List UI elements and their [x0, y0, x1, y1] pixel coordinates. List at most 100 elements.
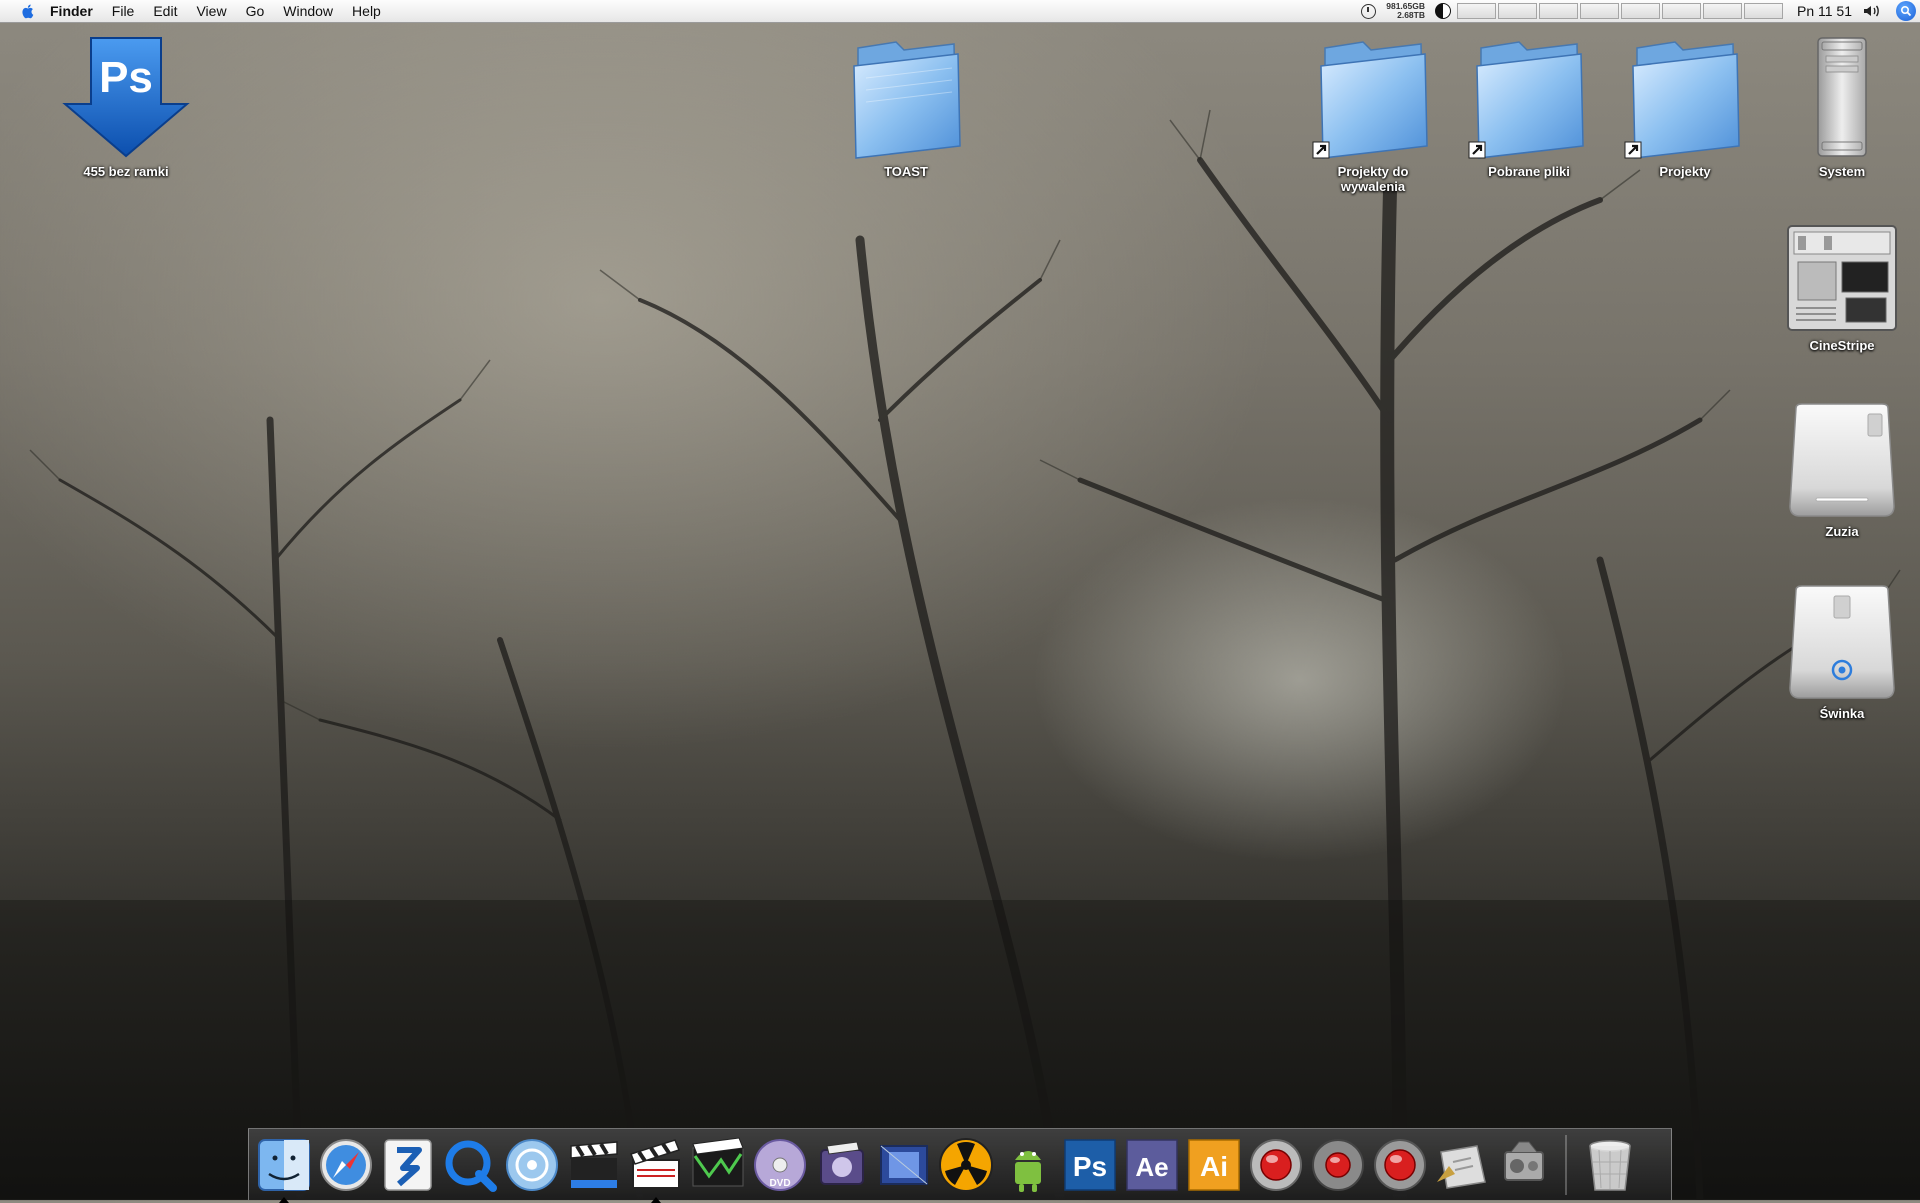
time-machine-icon[interactable]: [1361, 3, 1377, 19]
dock-item-dvd-studio[interactable]: [503, 1136, 561, 1194]
desktop-icon-455-bez-ramki[interactable]: Ps 455 bez ramki: [51, 34, 201, 179]
desktop-icon-label: CineStripe: [1809, 338, 1875, 353]
menu-help[interactable]: Help: [352, 3, 381, 19]
folder-alias-icon: [1624, 41, 1740, 159]
desktop-icon-label: Projekty do wywalenia: [1337, 164, 1409, 194]
dock-item-utility[interactable]: [1495, 1136, 1553, 1194]
desktop-icon-label: TOAST: [884, 164, 928, 179]
mac-pro-icon: [1817, 37, 1867, 157]
desktop-icon-system[interactable]: System: [1767, 36, 1917, 179]
dock-item-trash[interactable]: [1581, 1136, 1639, 1194]
cpu-meter-7[interactable]: [1702, 3, 1742, 19]
dock-item-illustrator[interactable]: Ai: [1185, 1136, 1243, 1194]
after-effects-icon: Ae: [1126, 1138, 1178, 1191]
after-effects-glyph: Ae: [1135, 1152, 1168, 1182]
desktop-icon-cinestripe[interactable]: CineStripe: [1767, 222, 1917, 353]
cpu-meter-2[interactable]: [1497, 3, 1537, 19]
external-drive-icon: [1789, 403, 1895, 517]
dock-item-nuke[interactable]: [937, 1136, 995, 1194]
utility-icon: [1504, 1141, 1544, 1181]
desktop-icon-pobrane-pliki[interactable]: Pobrane pliki: [1454, 38, 1604, 179]
dvd-studio-icon: [506, 1138, 558, 1191]
dock-item-media-app[interactable]: [813, 1136, 871, 1194]
folder-alias-icon: [1312, 41, 1428, 159]
dock-item-quicktime[interactable]: [441, 1136, 499, 1194]
desktop-icon-projekty-do-wywalenia[interactable]: Projekty do wywalenia: [1298, 38, 1448, 194]
volume-icon[interactable]: [1862, 3, 1882, 19]
desktop-icon-label: System: [1818, 164, 1866, 179]
safari-icon: [320, 1138, 372, 1191]
cpu-meter-3[interactable]: [1538, 3, 1578, 19]
disk-total: 2.68TB: [1397, 10, 1425, 20]
dock-item-applications[interactable]: [1433, 1136, 1491, 1194]
dock-item-record-1[interactable]: [1247, 1136, 1305, 1194]
dock-item-record-3[interactable]: [1371, 1136, 1429, 1194]
photoshop-glyph: Ps: [1073, 1151, 1107, 1182]
dock-item-bridge[interactable]: [379, 1136, 437, 1194]
dock-item-final-cut[interactable]: [565, 1136, 623, 1194]
menu-extras: 981.65GB 2.68TB Pn 11 51: [1361, 0, 1920, 22]
dock-item-film-strip[interactable]: [689, 1136, 747, 1194]
quicktime-icon: [445, 1140, 497, 1192]
folder-icon: [853, 41, 961, 159]
cpu-meter-4[interactable]: [1579, 3, 1619, 19]
desktop-icon-toast[interactable]: TOAST: [831, 38, 981, 179]
cpu-meter-6[interactable]: [1661, 3, 1701, 19]
nuke-icon: [939, 1137, 993, 1192]
menu-app-name[interactable]: Finder: [50, 3, 93, 19]
dock-item-after-effects[interactable]: Ae: [1123, 1136, 1181, 1194]
spotlight-icon[interactable]: [1896, 1, 1916, 21]
desktop-icon-label: Zuzia: [1825, 524, 1859, 539]
folder-alias-icon: [1468, 41, 1584, 159]
photoshop-download-icon: Ps: [62, 37, 190, 158]
desktop-icon-projekty[interactable]: Projekty: [1610, 38, 1760, 179]
film-strip-icon: [692, 1136, 744, 1186]
svg-text:DVD: DVD: [769, 1178, 790, 1189]
desktop-wallpaper: [0, 109, 1920, 1200]
dock: DVD Ps Ae Ai: [248, 1128, 1672, 1203]
menu-file[interactable]: File: [112, 3, 135, 19]
menu-window[interactable]: Window: [283, 3, 333, 19]
desktop-icon-label: Projekty: [1659, 164, 1711, 179]
cpu-meter-1[interactable]: [1456, 3, 1496, 19]
dock-separator: [1565, 1134, 1567, 1195]
apple-menu-icon[interactable]: [20, 3, 36, 19]
desktop-icon-zuzia[interactable]: Zuzia: [1767, 402, 1917, 539]
illustrator-icon: Ai: [1188, 1138, 1240, 1191]
menu-clock[interactable]: Pn 11 51: [1797, 3, 1852, 19]
dock-item-compressor[interactable]: [875, 1136, 933, 1194]
cpu-meter-5[interactable]: [1620, 3, 1660, 19]
dock-item-photoshop[interactable]: Ps: [1061, 1136, 1119, 1194]
record-button-icon-3: [1374, 1138, 1426, 1191]
record-button-icon-2: [1312, 1138, 1364, 1191]
disk-image-icon: [1787, 225, 1897, 331]
android-icon: [1015, 1150, 1041, 1192]
svg-text:Ps: Ps: [99, 53, 153, 102]
dock-item-android[interactable]: [999, 1136, 1057, 1194]
cpu-meter-8[interactable]: [1743, 3, 1783, 19]
desktop-icon-swinka[interactable]: Świnka: [1767, 584, 1917, 721]
final-cut-clapper-icon: [570, 1140, 618, 1188]
dock-item-dvd-player[interactable]: DVD: [751, 1136, 809, 1194]
display-contrast-icon[interactable]: [1434, 3, 1451, 19]
menu-bar: Finder File Edit View Go Window Help 981…: [0, 0, 1920, 23]
desktop-icon-label: 455 bez ramki: [83, 164, 169, 179]
illustrator-glyph: Ai: [1200, 1151, 1228, 1182]
finder-icon: [258, 1138, 310, 1191]
external-drive-icon: [1789, 585, 1895, 699]
dock-item-safari[interactable]: [317, 1136, 375, 1194]
dock-item-finder[interactable]: [255, 1136, 313, 1203]
menu-go[interactable]: Go: [246, 3, 265, 19]
photoshop-icon: Ps: [1064, 1138, 1116, 1191]
disk-stats[interactable]: 981.65GB 2.68TB: [1386, 2, 1425, 20]
media-app-icon: [820, 1140, 864, 1185]
dock-item-record-2[interactable]: [1309, 1136, 1367, 1194]
menu-edit[interactable]: Edit: [153, 3, 177, 19]
applications-folder-icon: [1437, 1144, 1486, 1189]
desktop-icon-label: Świnka: [1819, 706, 1865, 721]
menu-view[interactable]: View: [196, 3, 226, 19]
compressor-icon: [880, 1144, 928, 1185]
adobe-bridge-icon: [384, 1138, 432, 1191]
dock-item-clapper[interactable]: [627, 1136, 685, 1203]
trash-icon: [1589, 1139, 1631, 1191]
